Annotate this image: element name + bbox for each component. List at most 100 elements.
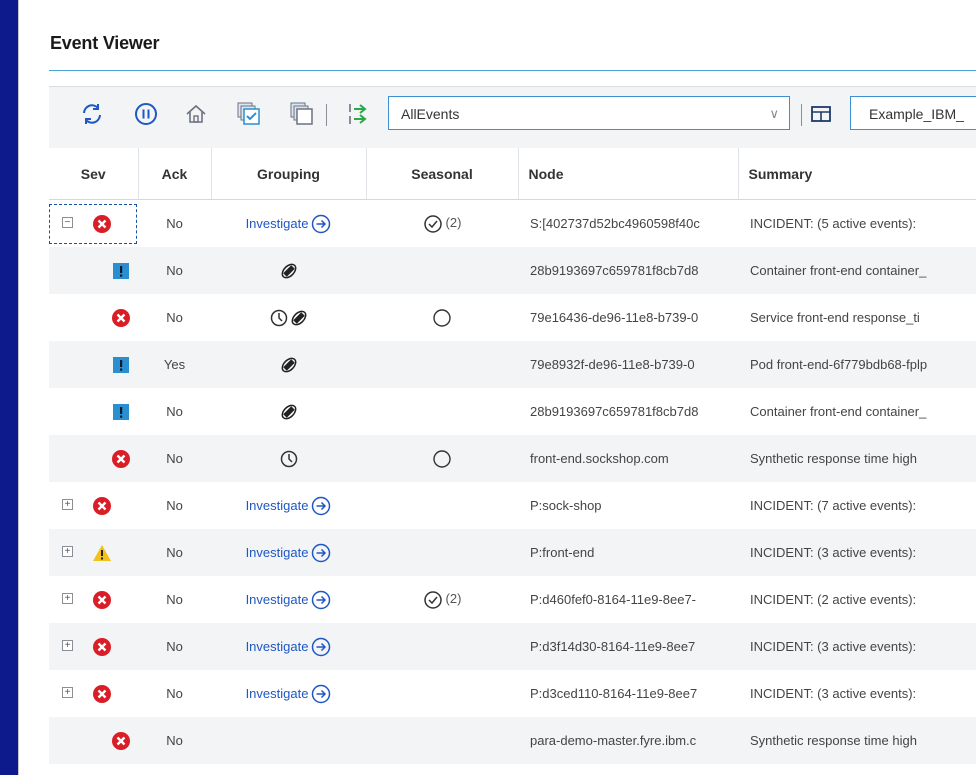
filter-select[interactable]: AllEvents ∨ xyxy=(388,96,790,130)
refresh-icon[interactable] xyxy=(79,101,105,127)
cell-node: 79e16436-de96-11e8-b739-0 xyxy=(530,310,699,325)
cell-node: front-end.sockshop.com xyxy=(518,435,738,482)
cell-ack: No xyxy=(166,216,183,231)
arrow-right-circle-icon xyxy=(311,684,331,704)
seasonal-count: (2) xyxy=(445,590,462,606)
expand-icon[interactable]: + xyxy=(62,546,73,557)
cell-sev: + xyxy=(49,529,138,576)
cell-ack: No xyxy=(166,498,183,513)
cell-grouping xyxy=(211,294,366,341)
expand-icon[interactable]: + xyxy=(62,593,73,604)
investigate-link[interactable]: Investigate xyxy=(246,637,332,657)
cell-seasonal xyxy=(366,294,518,341)
cell-sev: − xyxy=(49,200,138,248)
seasonal-circle-icon[interactable] xyxy=(432,308,452,328)
table-row[interactable]: No 28b9193697c659781f8cb7d8 Container fron… xyxy=(49,388,976,435)
critical-severity-icon xyxy=(111,731,131,754)
arrow-right-circle-icon xyxy=(311,590,331,610)
cell-node: para-demo-master.fyre.ibm.c xyxy=(518,717,738,764)
cell-summary: INCIDENT: (3 active events): xyxy=(750,686,917,701)
seasonal-check-icon[interactable] xyxy=(423,590,443,610)
seasonal-check-icon[interactable] xyxy=(423,214,443,234)
cell-grouping: Investigate xyxy=(211,529,366,576)
table-row[interactable]: + No Investigate P:sock-shop INCIDENT: (7 ac… xyxy=(49,482,976,529)
table-row[interactable]: No para-demo-master.fyre.ibm.c Synthetic r… xyxy=(49,717,976,764)
cell-grouping xyxy=(211,247,366,294)
temporal-group-icon[interactable] xyxy=(269,308,289,328)
critical-severity-icon xyxy=(92,637,112,660)
cell-ack: No xyxy=(138,717,211,764)
column-header-ack[interactable]: Ack xyxy=(138,148,212,200)
table-row[interactable]: + No Investigate (2) P:d460fef0-8164-11e9-8e… xyxy=(49,576,976,623)
filter-icon[interactable] xyxy=(345,101,371,127)
investigate-link[interactable]: Investigate xyxy=(246,590,332,610)
investigate-link[interactable]: Investigate xyxy=(246,684,332,704)
related-events-icon[interactable] xyxy=(279,402,299,422)
cell-seasonal xyxy=(366,388,518,435)
table-row[interactable]: + No Investigate P:front-end INCIDENT: (3 ac… xyxy=(49,529,976,576)
temporal-group-icon[interactable] xyxy=(279,449,299,469)
cell-sev xyxy=(49,435,138,482)
table-row[interactable]: − No Investigate (2) S:[402737d52bc4960598f4… xyxy=(49,200,976,248)
table-row[interactable]: No 28b9193697c659781f8cb7d8 Container fron… xyxy=(49,247,976,294)
cell-sev: + xyxy=(49,576,138,623)
cell-sev xyxy=(49,247,138,294)
pause-icon[interactable] xyxy=(133,101,159,127)
column-header-seasonal[interactable]: Seasonal xyxy=(366,148,519,200)
cell-node: P:d3ced110-8164-11e9-8ee7 xyxy=(530,686,698,701)
table-row[interactable]: No front-end.sockshop.com Synthetic respon… xyxy=(49,435,976,482)
investigate-link[interactable]: Investigate xyxy=(246,543,332,563)
home-icon[interactable] xyxy=(183,101,209,127)
cell-node: 28b9193697c659781f8cb7d8 xyxy=(518,247,738,294)
minor-severity-icon xyxy=(111,355,131,378)
view-select[interactable]: Example_IBM_ xyxy=(850,96,976,130)
toolbar-separator xyxy=(801,104,802,126)
related-events-icon[interactable] xyxy=(279,355,299,375)
seasonal-circle-icon[interactable] xyxy=(432,449,452,469)
investigate-label: Investigate xyxy=(245,592,309,607)
related-events-icon[interactable] xyxy=(279,261,299,281)
cell-grouping xyxy=(211,341,366,388)
cell-grouping xyxy=(211,388,366,435)
cell-seasonal xyxy=(366,341,518,388)
critical-severity-icon xyxy=(92,684,112,707)
select-all-icon[interactable] xyxy=(289,101,315,127)
collapse-icon[interactable]: − xyxy=(62,217,73,228)
acknowledge-selected-icon[interactable] xyxy=(236,101,262,127)
cell-grouping xyxy=(211,717,366,764)
table-row[interactable]: + No Investigate P:d3f14d30-8164-11e9-8ee7 I… xyxy=(49,623,976,670)
column-header-summary[interactable]: Summary xyxy=(738,148,976,200)
table-row[interactable]: + No Investigate P:d3ced110-8164-11e9-8ee7 I… xyxy=(49,670,976,717)
column-header-node[interactable]: Node xyxy=(518,148,739,200)
cell-seasonal: (2) xyxy=(366,576,518,623)
critical-severity-icon xyxy=(92,496,112,519)
column-header-sev[interactable]: Sev xyxy=(49,148,139,200)
toolbar-separator xyxy=(326,104,327,126)
table-header-row: Sev Ack Grouping Seasonal Node Summary xyxy=(49,148,976,200)
investigate-label: Investigate xyxy=(245,639,309,654)
table-row[interactable]: No 79e16436-de96-11e8-b739-0 Service front… xyxy=(49,294,976,341)
arrow-right-circle-icon xyxy=(311,637,331,657)
view-table-icon[interactable] xyxy=(808,101,834,127)
arrow-right-circle-icon xyxy=(311,214,331,234)
investigate-link[interactable]: Investigate xyxy=(246,496,332,516)
column-header-grouping[interactable]: Grouping xyxy=(211,148,367,200)
cell-summary: INCIDENT: (3 active events): xyxy=(738,529,976,576)
cell-ack: No xyxy=(138,529,211,576)
expand-icon[interactable]: + xyxy=(62,640,73,651)
cell-summary: Container front-end container_ xyxy=(750,404,927,419)
cell-seasonal: (2) xyxy=(366,200,518,248)
cell-summary: INCIDENT: (7 active events): xyxy=(750,498,917,513)
related-events-icon[interactable] xyxy=(289,308,309,328)
cell-node: P:d3f14d30-8164-11e9-8ee7 xyxy=(518,623,738,670)
expand-icon[interactable]: + xyxy=(62,687,73,698)
cell-sev xyxy=(49,341,138,388)
arrow-right-circle-icon xyxy=(311,496,331,516)
expand-icon[interactable]: + xyxy=(62,499,73,510)
critical-severity-icon xyxy=(111,449,131,472)
cell-grouping: Investigate xyxy=(211,200,366,248)
cell-summary: Container front-end container_ xyxy=(738,247,976,294)
cell-ack: No xyxy=(166,592,183,607)
table-row[interactable]: Yes 79e8932f-de96-11e8-b739-0 Pod front-en… xyxy=(49,341,976,388)
investigate-link[interactable]: Investigate xyxy=(246,214,332,234)
